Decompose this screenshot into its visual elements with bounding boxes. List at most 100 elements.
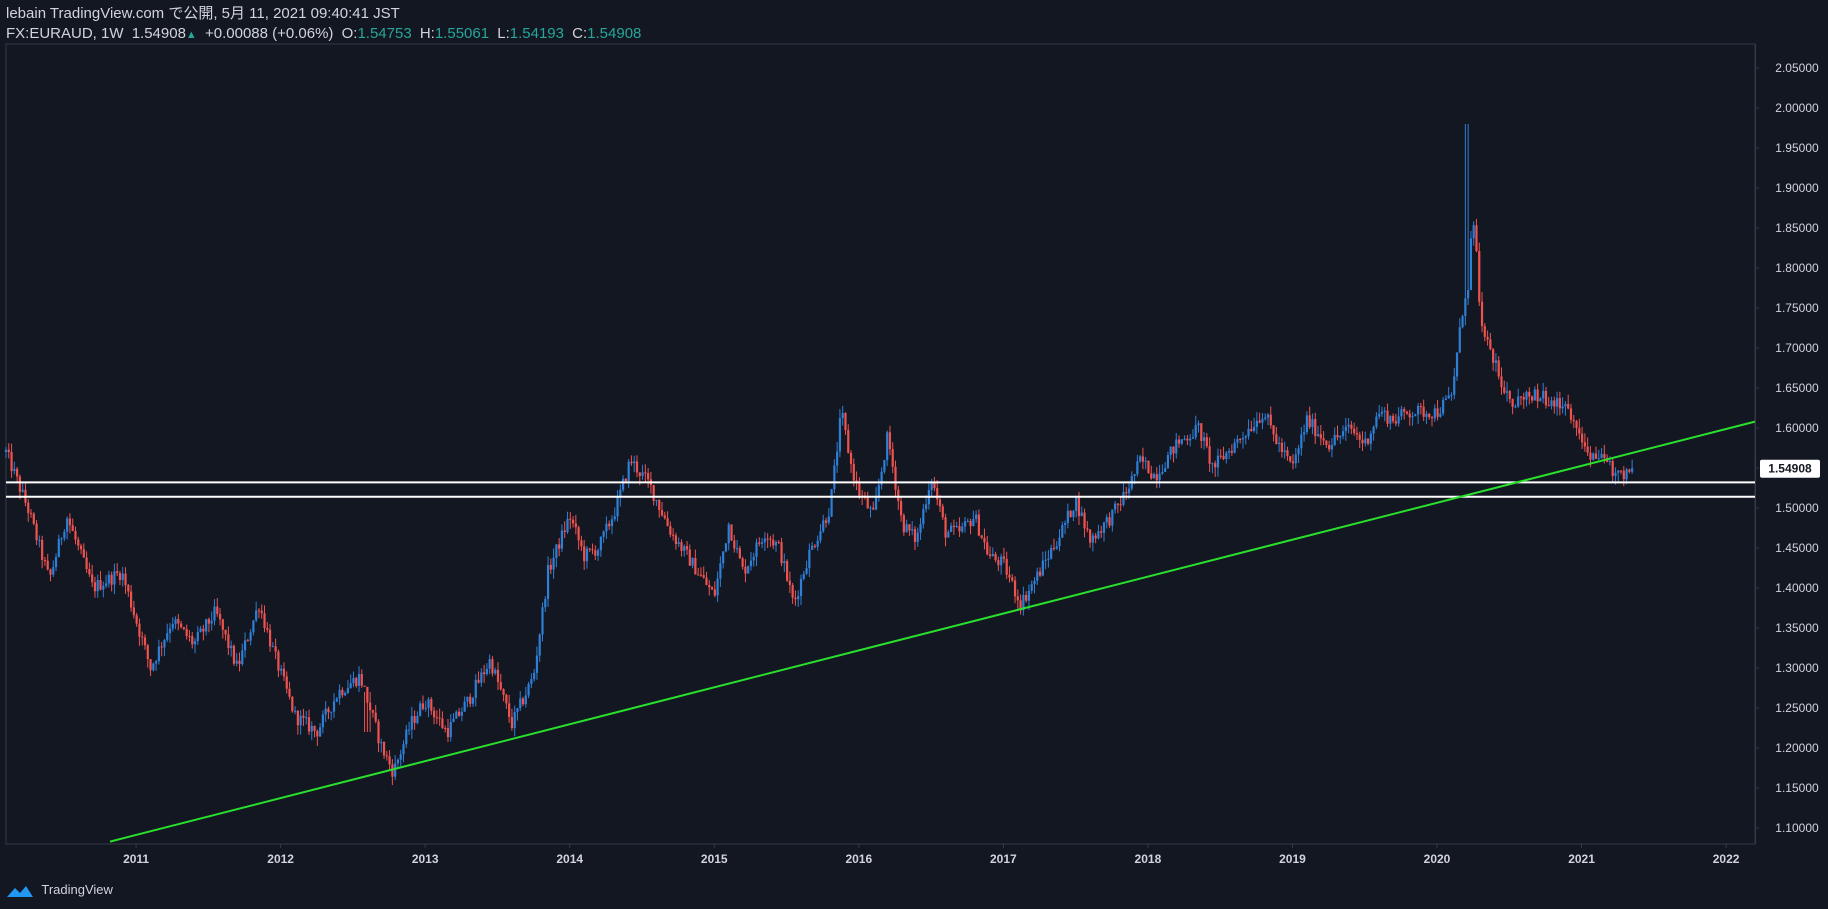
x-tick-label: 2015 bbox=[701, 852, 728, 866]
candle bbox=[577, 525, 580, 550]
candle bbox=[1619, 470, 1623, 475]
candle bbox=[113, 563, 116, 595]
candle bbox=[516, 708, 519, 721]
candle bbox=[1191, 429, 1195, 440]
candle bbox=[488, 654, 491, 675]
candle bbox=[1414, 413, 1417, 417]
candle bbox=[552, 548, 555, 579]
y-tick-label: 1.40000 bbox=[1775, 581, 1819, 595]
candle bbox=[1002, 547, 1006, 564]
candle bbox=[1500, 367, 1503, 395]
candle bbox=[66, 516, 69, 540]
y-tick-label: 1.85000 bbox=[1775, 221, 1819, 235]
candle bbox=[277, 649, 280, 678]
candle bbox=[460, 707, 463, 722]
candle bbox=[1547, 396, 1550, 407]
candle bbox=[446, 718, 450, 743]
candle bbox=[494, 667, 497, 676]
candle bbox=[1244, 434, 1247, 445]
candle bbox=[1255, 412, 1258, 434]
candle bbox=[1444, 394, 1447, 401]
candle bbox=[1386, 403, 1389, 428]
candle bbox=[894, 460, 897, 497]
candle bbox=[533, 668, 536, 682]
candle bbox=[1542, 382, 1545, 404]
y-tick-label: 1.10000 bbox=[1775, 821, 1819, 835]
candle bbox=[1405, 410, 1409, 416]
candle bbox=[546, 556, 550, 607]
candle bbox=[905, 519, 908, 533]
y-tick-label: 2.00000 bbox=[1775, 101, 1819, 115]
candle bbox=[916, 527, 919, 547]
candle bbox=[332, 693, 336, 718]
price-axis[interactable]: 2.05000 2.00000 1.95000 1.90000 1.85000 1.800… bbox=[1755, 61, 1820, 835]
price-chart[interactable]: 2.05000 2.00000 1.95000 1.90000 1.85000 1.800… bbox=[0, 0, 1828, 909]
candle bbox=[357, 666, 361, 693]
candle bbox=[1347, 418, 1350, 434]
candle bbox=[435, 710, 438, 724]
candle bbox=[655, 499, 658, 507]
candle bbox=[738, 545, 741, 559]
candle bbox=[1278, 436, 1281, 453]
candle bbox=[77, 536, 80, 551]
candle bbox=[758, 537, 761, 547]
candle bbox=[977, 509, 980, 537]
candle bbox=[1586, 437, 1589, 456]
footer-brand[interactable]: TradingView bbox=[6, 880, 113, 900]
candle bbox=[908, 524, 911, 536]
candle bbox=[1252, 417, 1256, 433]
candle bbox=[969, 518, 972, 535]
candle bbox=[99, 571, 102, 591]
candle bbox=[883, 459, 886, 474]
candle bbox=[616, 490, 619, 522]
candle bbox=[391, 759, 394, 786]
candle bbox=[1088, 529, 1092, 548]
candle bbox=[1339, 435, 1342, 444]
y-tick-label: 1.60000 bbox=[1775, 421, 1819, 435]
candle bbox=[1478, 242, 1481, 306]
y-tick-label: 1.90000 bbox=[1775, 181, 1819, 195]
candle bbox=[1519, 396, 1523, 406]
candle bbox=[1161, 464, 1164, 475]
candle bbox=[366, 686, 369, 732]
candle bbox=[619, 484, 622, 507]
candle bbox=[1214, 460, 1217, 477]
candle bbox=[802, 570, 805, 581]
time-axis[interactable]: 2011 2012 2013 2014 2015 2016 2017 2018 2019 2020… bbox=[123, 844, 1740, 866]
svg-text:1.54908: 1.54908 bbox=[1768, 462, 1812, 476]
candle bbox=[146, 643, 149, 668]
x-tick-label: 2013 bbox=[412, 852, 439, 866]
candle bbox=[13, 461, 16, 475]
candle bbox=[1297, 445, 1300, 464]
candle bbox=[797, 590, 800, 607]
candle bbox=[869, 505, 872, 518]
candle bbox=[749, 551, 753, 571]
candle bbox=[1305, 411, 1309, 435]
candle bbox=[927, 480, 930, 510]
candle bbox=[27, 499, 30, 522]
candle bbox=[1594, 446, 1598, 460]
candle bbox=[630, 455, 633, 466]
candle bbox=[85, 551, 88, 573]
candle bbox=[774, 540, 778, 552]
candle bbox=[563, 521, 566, 539]
candle bbox=[569, 512, 572, 529]
candle bbox=[1389, 415, 1392, 430]
candle bbox=[988, 546, 992, 559]
candle bbox=[16, 466, 19, 483]
candle bbox=[847, 424, 850, 454]
candle bbox=[60, 537, 63, 546]
candle bbox=[1116, 503, 1119, 514]
candle bbox=[1177, 435, 1181, 448]
candle bbox=[735, 540, 739, 554]
candle bbox=[1130, 471, 1133, 491]
candle bbox=[1108, 512, 1111, 528]
candle bbox=[744, 559, 747, 583]
candle bbox=[1378, 405, 1381, 420]
candle bbox=[1083, 508, 1086, 538]
candle bbox=[1569, 403, 1573, 424]
y-tick-label: 1.35000 bbox=[1775, 621, 1819, 635]
candle bbox=[1202, 432, 1206, 450]
candle bbox=[1564, 401, 1567, 416]
candle bbox=[227, 626, 230, 656]
